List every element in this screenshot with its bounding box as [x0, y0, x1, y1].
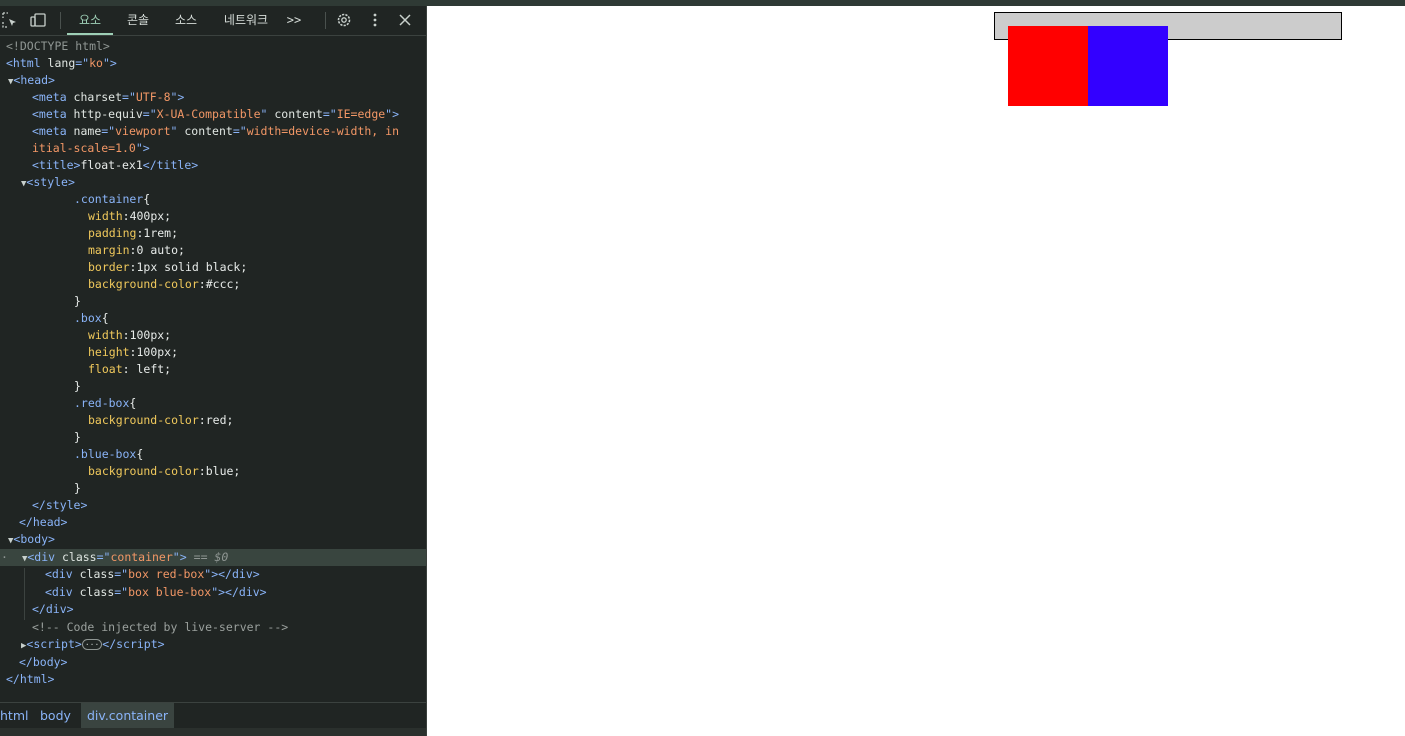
css-selector-container: .container{: [74, 192, 151, 206]
dom-line-div-container-selected[interactable]: · ▼<div class="container"> == $0: [0, 549, 426, 566]
collapse-triangle-icon[interactable]: ▶: [0, 641, 26, 651]
dom-line-comment[interactable]: <!-- Code injected by live-server -->: [0, 619, 426, 636]
dom-line-red-box[interactable]: <div class="box red-box"></div>: [0, 566, 426, 583]
kebab-menu-icon[interactable]: [366, 11, 384, 29]
tab-elements[interactable]: 요소: [67, 6, 113, 35]
dom-line-style-close[interactable]: </style>: [0, 497, 426, 514]
dom-line-style[interactable]: ▼<style>: [0, 174, 426, 191]
css-prop: padding:1rem;: [88, 226, 179, 240]
dom-line-body[interactable]: ▼<body>: [0, 531, 426, 548]
tab-network[interactable]: 네트워크: [214, 6, 278, 35]
red-box: [1008, 26, 1088, 106]
tab-sources[interactable]: 소스: [163, 6, 209, 35]
dom-line-html-close[interactable]: </html>: [0, 671, 426, 688]
devtools-bottom-bar: [0, 728, 426, 736]
tab-console[interactable]: 콘솔: [115, 6, 161, 35]
dom-line-meta-viewport-wrap: itial-scale=1.0">: [32, 141, 150, 155]
css-prop: height:100px;: [88, 345, 179, 359]
dom-line-head-close[interactable]: </head>: [0, 514, 426, 531]
css-prop: background-color:red;: [88, 413, 234, 427]
dom-line-script[interactable]: ▶<script> ··· </script>: [0, 636, 426, 653]
dom-line-blue-box[interactable]: <div class="box blue-box"></div>: [0, 584, 426, 601]
dom-line-div-close[interactable]: </div>: [0, 601, 426, 618]
css-prop: background-color:#ccc;: [88, 277, 241, 291]
dom-line-meta-viewport[interactable]: <meta name="viewport" content="width=dev…: [0, 123, 426, 140]
dom-line-meta-http[interactable]: <meta http-equiv="X-UA-Compatible" conte…: [0, 106, 426, 123]
breadcrumb: html body div.container: [0, 702, 426, 729]
ellipsis-icon[interactable]: ···: [81, 639, 103, 650]
css-prop: width:400px;: [88, 209, 172, 223]
expand-triangle-icon[interactable]: ▼: [0, 77, 13, 87]
css-prop: margin:0 auto;: [88, 243, 185, 257]
css-prop: background-color:blue;: [88, 464, 241, 478]
css-brace-close: }: [74, 481, 81, 495]
indent-guide: [24, 568, 25, 620]
more-tabs-icon[interactable]: >>: [280, 6, 308, 35]
inspect-icon[interactable]: [1, 11, 19, 29]
toolbar-separator: [60, 12, 61, 29]
css-brace-close: }: [74, 379, 81, 393]
css-selector-red-box: .red-box{: [74, 396, 137, 410]
dom-line-doctype[interactable]: <!DOCTYPE html>: [0, 38, 426, 55]
device-toggle-icon[interactable]: [29, 11, 47, 29]
expand-triangle-icon[interactable]: ▼: [8, 554, 27, 564]
blue-box: [1088, 26, 1168, 106]
devtools-toolbar: 요소 콘솔 소스 네트워크 >>: [0, 6, 426, 36]
css-brace-close: }: [74, 430, 81, 444]
css-selector-box: .box{: [74, 311, 109, 325]
dom-line-body-close[interactable]: </body>: [0, 654, 426, 671]
expand-triangle-icon[interactable]: ▼: [0, 179, 26, 189]
css-selector-blue-box: .blue-box{: [74, 447, 144, 461]
rendered-page: [427, 6, 1405, 736]
expand-triangle-icon[interactable]: ▼: [0, 536, 13, 546]
dom-line-head[interactable]: ▼<head>: [0, 72, 426, 89]
css-prop: border:1px solid black;: [88, 260, 248, 274]
dom-line-html[interactable]: <html lang="ko">: [0, 55, 426, 72]
css-prop: width:100px;: [88, 328, 172, 342]
close-icon[interactable]: [396, 11, 414, 29]
css-prop: float: left;: [88, 362, 172, 376]
breadcrumb-body[interactable]: body: [34, 703, 77, 729]
breadcrumb-html[interactable]: html: [0, 703, 34, 729]
breadcrumb-div-container[interactable]: div.container: [81, 703, 175, 729]
dom-line-title[interactable]: <title>float-ex1</title>: [0, 157, 426, 174]
css-brace-close: }: [74, 294, 81, 308]
selected-marker: == $0: [193, 550, 229, 564]
devtools-panel: 요소 콘솔 소스 네트워크 >> <!DOCTYPE html> <html l…: [0, 6, 427, 736]
dom-line-meta-charset[interactable]: <meta charset="UTF-8">: [0, 89, 426, 106]
settings-icon[interactable]: [335, 11, 353, 29]
toolbar-separator: [325, 12, 326, 29]
